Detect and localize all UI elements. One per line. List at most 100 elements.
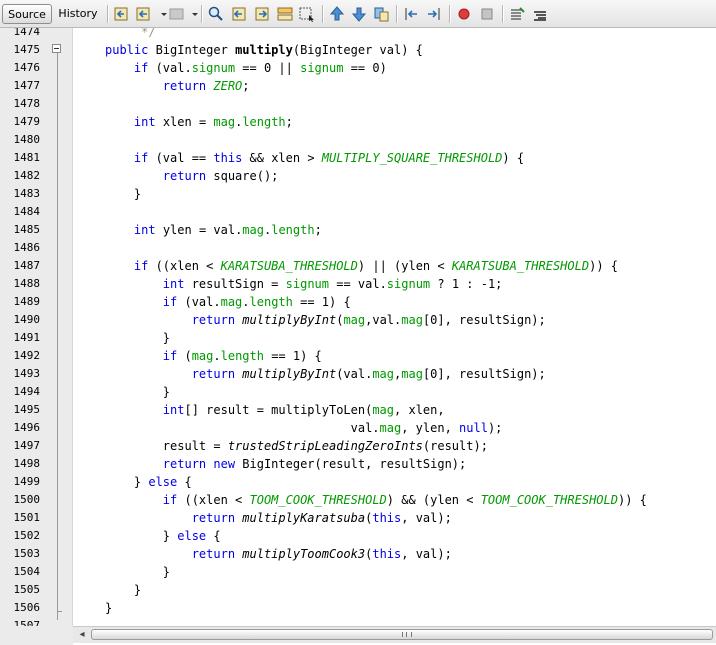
code-line[interactable]: 1505 } [0, 581, 716, 599]
code-text[interactable]: if ((xlen < TOOM_COOK_THRESHOLD) && (yle… [105, 491, 647, 509]
code-line[interactable]: 1507 [0, 617, 716, 626]
shift-left-icon[interactable] [402, 5, 420, 23]
code-text[interactable]: } [105, 581, 141, 599]
code-text[interactable]: if (val.signum == 0 || signum == 0) [105, 59, 387, 77]
code-text[interactable]: } [105, 563, 170, 581]
code-line[interactable]: 1479 int xlen = mag.length; [0, 113, 716, 131]
code-editor[interactable]: 1474 */1475 public BigInteger multiply(Bi… [0, 28, 716, 626]
chevron-down-icon[interactable] [155, 5, 167, 23]
next-bookmark-icon[interactable] [350, 5, 368, 23]
code-line[interactable]: 1482 return square(); [0, 167, 716, 185]
code-line[interactable]: 1486 [0, 239, 716, 257]
code-text[interactable]: return multiplyToomCook3(this, val); [105, 545, 452, 563]
code-line[interactable]: 1506} [0, 599, 716, 617]
code-line[interactable]: 1502 } else { [0, 527, 716, 545]
code-line[interactable]: 1498 return new BigInteger(result, resul… [0, 455, 716, 473]
toggle-bookmark-icon[interactable] [372, 5, 390, 23]
code-text[interactable]: if (val.mag.length == 1) { [105, 293, 351, 311]
code-token: result = [105, 439, 228, 453]
code-line[interactable]: 1485 int ylen = val.mag.length; [0, 221, 716, 239]
code-line[interactable]: 1480 [0, 131, 716, 149]
code-text[interactable]: public BigInteger multiply(BigInteger va… [105, 41, 423, 59]
code-line[interactable]: 1478 [0, 95, 716, 113]
code-token: this [372, 511, 402, 525]
code-text[interactable]: int ylen = val.mag.length; [105, 221, 322, 239]
code-text[interactable]: if ((xlen < KARATSUBA_THRESHOLD) || (yle… [105, 257, 618, 275]
code-line[interactable]: 1495 int[] result = multiplyToLen(mag, x… [0, 401, 716, 419]
scrollbar-thumb[interactable] [91, 629, 713, 640]
forward-icon[interactable] [168, 5, 186, 23]
start-macro-icon[interactable] [455, 5, 473, 23]
code-line[interactable]: 1481 if (val == this && xlen > MULTIPLY_… [0, 149, 716, 167]
code-line[interactable]: 1488 int resultSign = signum == val.sign… [0, 275, 716, 293]
code-line[interactable]: 1484 [0, 203, 716, 221]
code-line[interactable]: 1487 if ((xlen < KARATSUBA_THRESHOLD) ||… [0, 257, 716, 275]
code-line[interactable]: 1504 } [0, 563, 716, 581]
code-line[interactable]: 1475 public BigInteger multiply(BigIntege… [0, 41, 716, 59]
code-line[interactable]: 1501 return multiplyKaratsuba(this, val)… [0, 509, 716, 527]
code-line[interactable]: 1474 */ [0, 28, 716, 41]
code-text[interactable]: return ZERO; [105, 77, 250, 95]
code-text[interactable]: } [105, 329, 170, 347]
code-line[interactable]: 1503 return multiplyToomCook3(this, val)… [0, 545, 716, 563]
comment-icon[interactable] [508, 5, 526, 23]
code-line[interactable]: 1476 if (val.signum == 0 || signum == 0) [0, 59, 716, 77]
code-line[interactable]: 1500 if ((xlen < TOOM_COOK_THRESHOLD) &&… [0, 491, 716, 509]
stop-macro-icon[interactable] [478, 5, 496, 23]
code-text[interactable]: return multiplyByInt(mag,val.mag[0], res… [105, 311, 546, 329]
horizontal-scrollbar[interactable]: ◂ [73, 626, 716, 643]
previous-bookmark-icon[interactable] [328, 5, 346, 23]
toggle-rect-selection-icon[interactable] [298, 5, 316, 23]
code-text[interactable]: int xlen = mag.length; [105, 113, 293, 131]
code-text[interactable]: return square(); [105, 167, 279, 185]
line-number: 1500 [13, 493, 41, 506]
toggle-highlight-icon[interactable] [276, 5, 294, 23]
code-line[interactable]: 1491 } [0, 329, 716, 347]
code-text[interactable]: int[] result = multiplyToLen(mag, xlen, [105, 401, 445, 419]
last-edit-icon[interactable] [113, 5, 131, 23]
scroll-left-arrow-icon[interactable]: ◂ [77, 629, 87, 641]
code-line[interactable]: 1490 return multiplyByInt(mag,val.mag[0]… [0, 311, 716, 329]
code-token: multiply [235, 43, 293, 57]
tab-history[interactable]: History [54, 4, 102, 24]
code-token: BigInteger(result, resultSign); [242, 457, 467, 471]
code-text[interactable]: val.mag, ylen, null); [105, 419, 503, 437]
code-line[interactable]: 1483 } [0, 185, 716, 203]
find-previous-icon[interactable] [230, 5, 248, 23]
code-text[interactable]: } else { [105, 527, 221, 545]
code-line[interactable]: 1499 } else { [0, 473, 716, 491]
code-text[interactable]: return new BigInteger(result, resultSign… [105, 455, 466, 473]
code-text[interactable]: result = trustedStripLeadingZeroInts(res… [105, 437, 488, 455]
tab-source[interactable]: Source [2, 4, 52, 24]
code-text[interactable]: return multiplyByInt(val.mag,mag[0], res… [105, 365, 546, 383]
code-token: } [105, 385, 171, 399]
uncomment-icon[interactable] [531, 5, 549, 23]
code-line[interactable]: 1497 result = trustedStripLeadingZeroInt… [0, 437, 716, 455]
code-line[interactable]: 1494 } [0, 383, 716, 401]
code-token: ; [314, 223, 322, 237]
find-next-icon[interactable] [253, 5, 271, 23]
code-line[interactable]: 1496 val.mag, ylen, null); [0, 419, 716, 437]
chevron-down-icon[interactable] [186, 5, 198, 23]
code-text[interactable]: int resultSign = signum == val.signum ? … [105, 275, 503, 293]
code-line[interactable]: 1493 return multiplyByInt(val.mag,mag[0]… [0, 365, 716, 383]
code-text[interactable]: } [105, 185, 141, 203]
back-icon[interactable] [135, 5, 153, 23]
code-line[interactable]: 1489 if (val.mag.length == 1) { [0, 293, 716, 311]
code-token: ((xlen < [148, 259, 221, 273]
find-selection-icon[interactable] [207, 5, 225, 23]
toolbar-separator [322, 5, 324, 23]
code-text[interactable]: } else { [105, 473, 192, 491]
code-token: (val == [148, 151, 214, 165]
code-token: int [162, 403, 185, 417]
shift-right-icon[interactable] [425, 5, 443, 23]
code-text[interactable]: return multiplyKaratsuba(this, val); [105, 509, 452, 527]
code-text[interactable]: if (val == this && xlen > MULTIPLY_SQUAR… [105, 149, 524, 167]
code-text[interactable]: if (mag.length == 1) { [105, 347, 322, 365]
code-text[interactable]: } [105, 599, 112, 617]
code-line[interactable]: 1492 if (mag.length == 1) { [0, 347, 716, 365]
code-text[interactable]: */ [105, 28, 155, 41]
code-text[interactable]: } [105, 383, 170, 401]
code-line[interactable]: 1477 return ZERO; [0, 77, 716, 95]
